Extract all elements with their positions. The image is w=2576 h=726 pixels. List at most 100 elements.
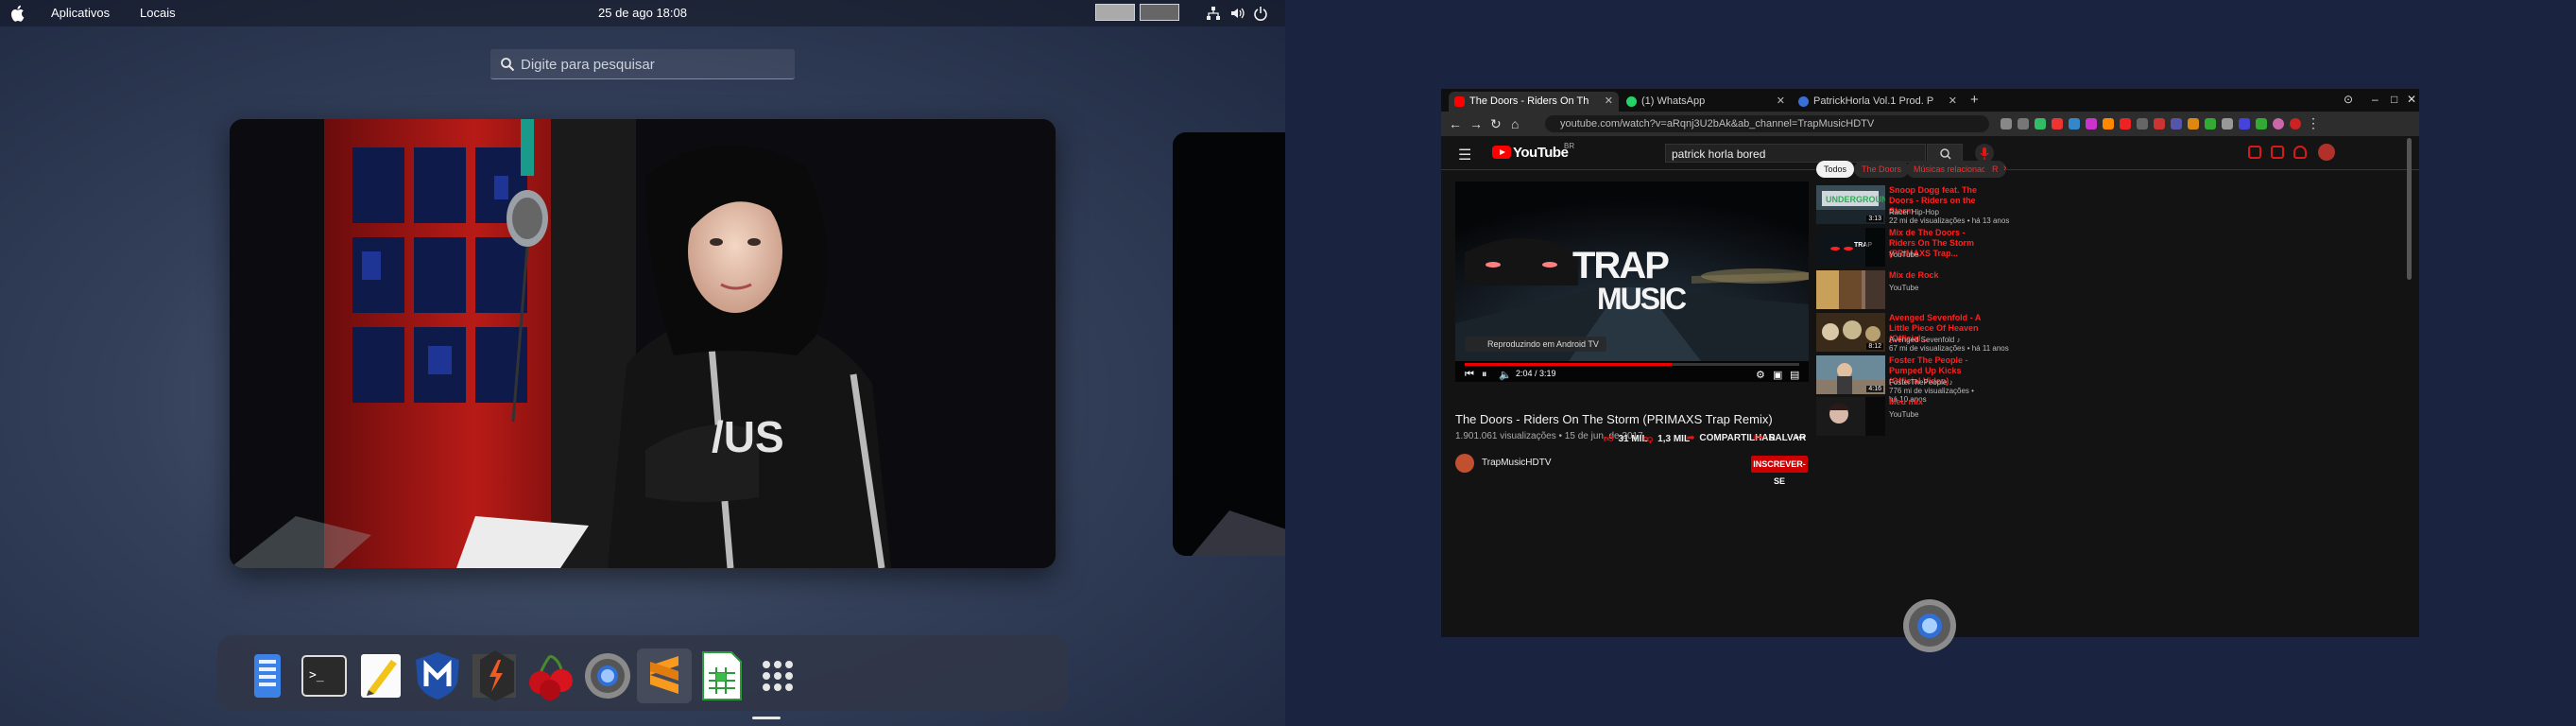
extension-icon[interactable] [2188, 118, 2199, 130]
browser-menu-icon[interactable]: ⋮ [2307, 115, 2320, 131]
power-icon[interactable] [1253, 6, 1268, 21]
recommendation-thumbnail[interactable]: 8:12 [1816, 313, 1885, 352]
apps-grid-icon[interactable] [2271, 146, 2284, 159]
extensions-puzzle-icon[interactable] [2222, 118, 2233, 130]
recommendation-item[interactable]: TRAP Mix de The Doors - Riders On The St… [1816, 228, 2100, 270]
workspace-2-thumbnail[interactable] [1140, 4, 1179, 21]
tab-patrickhorla[interactable]: PatrickHorla Vol.1 Prod. P ✕ [1793, 92, 1963, 112]
minimize-button[interactable]: – [2372, 93, 2379, 106]
window-thumbnail-video[interactable]: /US [230, 119, 1056, 568]
extension-icon[interactable] [2103, 118, 2114, 130]
video-player[interactable]: TRAP MUSIC Reproduzindo em Android TV ⏮ … [1455, 182, 1809, 382]
clock[interactable]: 25 de ago 18:08 [598, 6, 687, 20]
video-progress-bar[interactable] [1465, 363, 1799, 366]
account-avatar[interactable] [2318, 144, 2335, 161]
previous-icon[interactable]: ⏮ [1465, 369, 1474, 381]
extension-icon[interactable] [2137, 118, 2148, 130]
volume-icon[interactable]: 🔈 [1499, 369, 1512, 381]
channel-name[interactable]: TrapMusicHDTV [1482, 458, 1552, 468]
close-icon[interactable]: ✕ [1949, 92, 1957, 112]
profile-avatar[interactable] [2290, 118, 2301, 130]
chrome-drag-icon[interactable] [1899, 596, 1960, 656]
chrome-icon[interactable] [580, 648, 635, 703]
chip-all[interactable]: Todos [1816, 161, 1855, 178]
subscribe-button[interactable]: INSCREVER-SE [1751, 456, 1808, 486]
files-icon[interactable] [240, 648, 295, 703]
places-menu[interactable]: Locais [140, 6, 176, 20]
workspace-1-thumbnail[interactable] [1095, 4, 1135, 21]
recommendation-item[interactable]: 8:12 Avenged Sevenfold - A Little Piece … [1816, 313, 2100, 355]
reload-icon[interactable]: ↻ [1490, 116, 1502, 132]
tab-whatsapp[interactable]: (1) WhatsApp ✕ [1621, 92, 1791, 112]
settings-gear-icon[interactable]: ⚙ [1756, 369, 1765, 381]
calc-icon[interactable] [694, 648, 748, 703]
metasploit-icon[interactable] [410, 648, 465, 703]
profile-avatar[interactable] [2273, 118, 2284, 130]
extension-icon[interactable] [2035, 118, 2046, 130]
maximize-button[interactable]: □ [2391, 93, 2397, 106]
volume-icon[interactable] [1229, 6, 1245, 21]
star-icon[interactable] [2018, 118, 2029, 130]
cast-icon[interactable]: ▤ [1790, 369, 1799, 381]
miniplayer-icon[interactable]: ▣ [1773, 369, 1782, 381]
create-video-icon[interactable] [2248, 146, 2261, 159]
text-editor-icon[interactable] [353, 648, 408, 703]
extension-icon[interactable] [2154, 118, 2165, 130]
recommendation-title[interactable]: Meu mix [1889, 397, 1993, 407]
extension-icon[interactable] [2120, 118, 2131, 130]
dislike-button[interactable]: 👎︎ 1,3 MIL [1643, 433, 1690, 444]
tab-youtube[interactable]: The Doors - Riders On Th ✕ [1449, 92, 1619, 112]
show-apps-icon[interactable] [750, 648, 805, 703]
channel-avatar[interactable] [1455, 454, 1474, 473]
apple-icon[interactable] [9, 5, 25, 22]
chip-the-doors[interactable]: The Doors [1854, 161, 1910, 178]
recommendation-item[interactable]: 4:16 Foster The People - Pumped Up Kicks… [1816, 355, 2100, 404]
extension-icon[interactable] [2001, 118, 2012, 130]
chevron-right-icon[interactable]: › [2003, 163, 2007, 174]
network-icon[interactable] [1206, 6, 1221, 21]
back-icon[interactable]: ← [1449, 116, 1462, 131]
pause-icon[interactable]: ⏸ [1482, 369, 1487, 381]
youtube-logo-icon[interactable] [1492, 146, 1511, 159]
close-window-button[interactable]: ✕ [2407, 93, 2416, 106]
search-input[interactable] [521, 55, 785, 74]
new-tab-button[interactable]: + [1970, 92, 1979, 108]
recommendation-title[interactable]: Mix de Rock [1889, 270, 1993, 281]
overview-search-box[interactable] [490, 49, 795, 79]
hamburger-menu-icon[interactable]: ☰ [1458, 146, 1471, 164]
notifications-bell-icon[interactable] [2293, 146, 2307, 159]
extension-icon[interactable] [2086, 118, 2097, 130]
cherrytree-icon[interactable] [524, 648, 578, 703]
tab-search-icon[interactable]: ⊙ [2344, 93, 2353, 106]
forward-icon[interactable]: → [1469, 116, 1483, 131]
extension-icon[interactable] [2239, 118, 2250, 130]
terminal-icon[interactable]: >_ [297, 648, 352, 703]
recommendation-item[interactable]: Meu mix YouTube [1816, 397, 2100, 440]
extension-icon[interactable] [2069, 118, 2080, 130]
recommendation-thumbnail[interactable]: 4:16 [1816, 355, 1885, 394]
burp-suite-icon[interactable] [467, 648, 522, 703]
extension-icon[interactable] [2205, 118, 2216, 130]
close-icon[interactable]: ✕ [1605, 92, 1613, 112]
window-thumbnail-secondary[interactable] [1173, 132, 1285, 556]
applications-menu[interactable]: Aplicativos [51, 6, 110, 20]
youtube-search-input[interactable]: patrick horla bored [1665, 144, 1926, 163]
url-field[interactable]: youtube.com/watch?v=aRqnj3U2bAk&ab_chann… [1545, 115, 1989, 132]
recommendation-thumbnail[interactable]: UNDERGROUND 3:13 [1816, 185, 1885, 224]
more-actions-button[interactable]: ••• [1795, 433, 1806, 443]
youtube-logo-text[interactable]: YouTube [1513, 145, 1569, 161]
page-scrollbar[interactable] [2407, 138, 2412, 280]
recommendation-item[interactable]: Mix de Rock YouTube [1816, 270, 2100, 313]
microphone-icon[interactable] [1975, 144, 1994, 163]
recommendation-thumbnail[interactable] [1816, 397, 1885, 436]
search-button[interactable] [1927, 144, 1963, 163]
recommendation-item[interactable]: UNDERGROUND 3:13 Snoop Dogg feat. The Do… [1816, 185, 2100, 228]
like-button[interactable]: 👍︎ 31 MIL [1604, 433, 1648, 444]
extension-icon[interactable] [2171, 118, 2182, 130]
recommendation-thumbnail[interactable]: TRAP [1816, 228, 1885, 267]
sublime-text-icon[interactable] [637, 648, 692, 703]
home-icon[interactable]: ⌂ [1511, 116, 1519, 131]
extension-icon[interactable] [2256, 118, 2267, 130]
recommendation-thumbnail[interactable] [1816, 270, 1885, 309]
close-icon[interactable]: ✕ [1777, 92, 1785, 112]
